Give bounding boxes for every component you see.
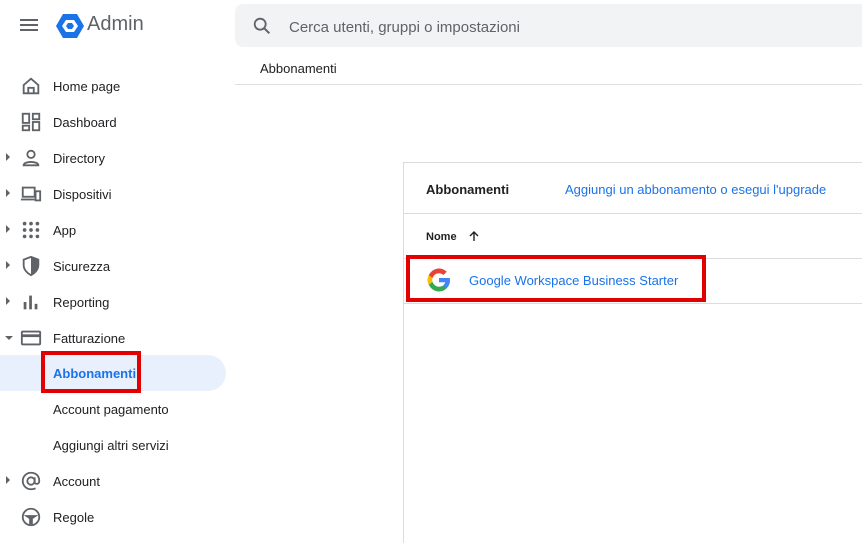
sort-arrow-up-icon (469, 231, 479, 241)
search-icon (253, 17, 271, 35)
sidebar-item-label: Sicurezza (53, 259, 111, 274)
expand-caret-icon[interactable] (6, 225, 10, 233)
add-subscription-link[interactable]: Aggiungi un abbonamento o esegui l'upgra… (565, 182, 826, 197)
expand-caret-icon[interactable] (6, 297, 10, 305)
sidebar-item-label: Dispositivi (53, 187, 112, 202)
app-title: Admin (87, 13, 144, 35)
sidebar-item-label: Regole (53, 510, 95, 525)
sidebar-item-directory[interactable]: Directory (0, 140, 226, 176)
sidebar-item-aggiungi-servizi[interactable]: Aggiungi altri servizi (0, 427, 226, 463)
sidebar-item-dashboard[interactable]: Dashboard (0, 104, 226, 140)
at-sign-icon (21, 471, 41, 491)
collapse-caret-icon[interactable] (5, 336, 13, 340)
sidebar-item-label: Directory (53, 151, 106, 166)
person-icon (22, 149, 40, 167)
admin-logo-icon (56, 14, 84, 38)
apps-grid-icon (22, 221, 40, 239)
sidebar-item-label: Account pagamento (53, 402, 169, 417)
menu-icon-bar (20, 29, 38, 31)
sidebar-item-app[interactable]: App (0, 212, 226, 248)
home-icon (22, 77, 40, 95)
sidebar-item-label: Account (53, 474, 100, 489)
expand-caret-icon[interactable] (6, 261, 10, 269)
bar-chart-icon (23, 295, 38, 310)
subscription-name-link[interactable]: Google Workspace Business Starter (469, 273, 678, 288)
sidebar-item-label: Fatturazione (53, 331, 126, 346)
card-title: Abbonamenti (426, 182, 510, 197)
table-row[interactable]: Google Workspace Business Starter (404, 259, 862, 303)
sidebar-item-label: Abbonamenti (53, 366, 137, 381)
sidebar-item-sicurezza[interactable]: Sicurezza (0, 248, 226, 284)
expand-caret-icon[interactable] (6, 153, 10, 161)
menu-icon-bar (20, 24, 38, 26)
sidebar-item-fatturazione[interactable]: Fatturazione (0, 320, 226, 356)
header-divider (235, 84, 862, 85)
sidebar-item-regole[interactable]: Regole (0, 499, 226, 535)
search-bar[interactable] (235, 4, 862, 47)
credit-card-icon (20, 330, 42, 346)
sidebar-item-reporting[interactable]: Reporting (0, 284, 226, 320)
google-g-icon (427, 268, 450, 292)
shield-icon (22, 255, 40, 277)
sidebar-item-label: App (53, 223, 77, 238)
expand-caret-icon[interactable] (6, 476, 10, 484)
column-header-label: Nome (426, 231, 457, 243)
sidebar-item-abbonamenti[interactable]: Abbonamenti (0, 355, 226, 391)
breadcrumb: Abbonamenti (260, 61, 337, 76)
devices-icon (20, 186, 42, 202)
sidebar-item-label: Reporting (53, 295, 110, 310)
sidebar-item-label: Home page (53, 79, 121, 94)
divider (404, 303, 862, 304)
sidebar-item-home[interactable]: Home page (0, 68, 226, 104)
expand-caret-icon[interactable] (6, 189, 10, 197)
rules-icon (21, 507, 41, 527)
sidebar-item-account[interactable]: Account (0, 463, 226, 499)
column-header-nome[interactable]: Nome (426, 230, 480, 243)
menu-icon-bar (20, 19, 38, 21)
menu-button[interactable] (18, 16, 40, 36)
search-input[interactable] (287, 14, 851, 40)
divider (404, 213, 862, 214)
sidebar-item-dispositivi[interactable]: Dispositivi (0, 176, 226, 212)
sidebar-item-label: Dashboard (53, 115, 117, 130)
sidebar-item-account-pagamento[interactable]: Account pagamento (0, 391, 226, 427)
subscriptions-card: Abbonamenti Aggiungi un abbonamento o es… (403, 162, 862, 543)
dashboard-icon (21, 112, 41, 132)
sidebar-item-label: Aggiungi altri servizi (53, 438, 169, 453)
